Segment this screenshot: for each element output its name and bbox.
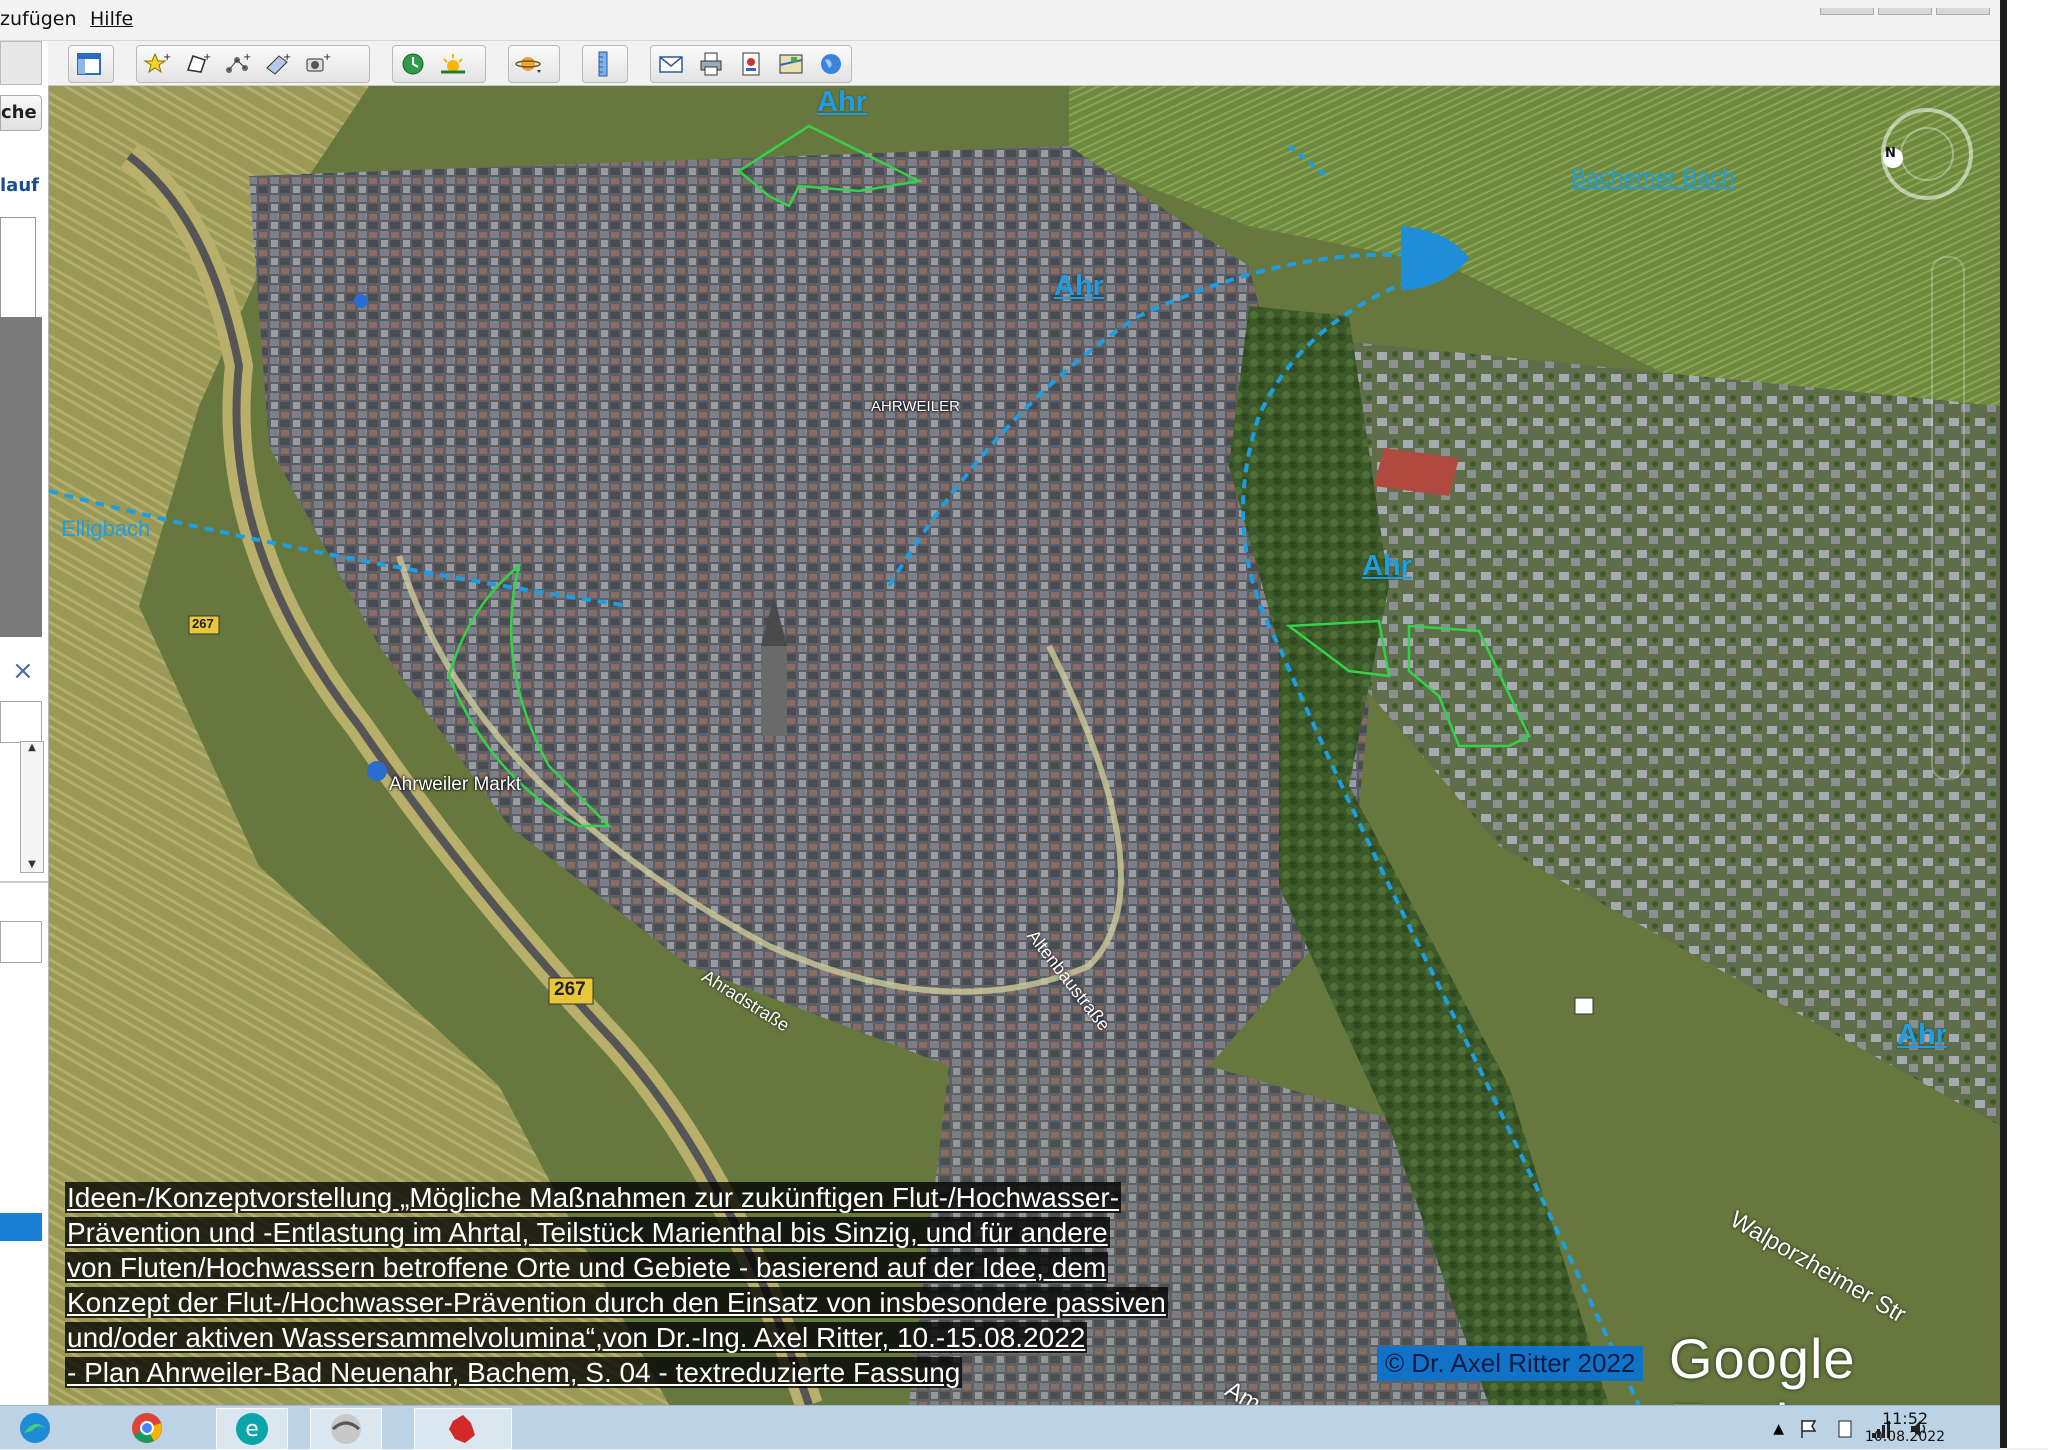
view-in-maps-icon[interactable] [771, 47, 811, 81]
eset-icon[interactable]: e [216, 1408, 288, 1450]
places-scrollbar[interactable]: ▲ ▼ [20, 741, 44, 873]
river-label-ahr-top: Ahr [817, 86, 867, 118]
svg-text:+: + [203, 52, 211, 63]
place-label-ahrweiler: AHRWEILER [871, 398, 960, 415]
historical-imagery-icon[interactable] [393, 47, 433, 81]
sunlight-icon[interactable] [433, 47, 473, 81]
toolbar-group-share [650, 45, 852, 83]
caption-line: und/oder aktiven Wassersammelvolumina“,v… [65, 1322, 1088, 1353]
svg-text:+: + [163, 52, 171, 63]
river-label-ahr-right: Ahr [1897, 1019, 1947, 1051]
place-label-ahrweiler-markt: Ahrweiler Markt [389, 774, 521, 795]
caption-line: Prävention und -Entlastung im Ahrtal, Te… [65, 1217, 1110, 1248]
toolbar-group-sidebar [68, 45, 114, 83]
search-button[interactable]: che [0, 95, 42, 131]
selected-layer-item[interactable] [0, 1213, 42, 1241]
close-icon[interactable]: × [12, 656, 34, 686]
caption-line: Konzept der Flut-/Hochwasser-Prävention … [65, 1287, 1168, 1318]
scroll-down-icon[interactable]: ▼ [21, 859, 43, 870]
map-viewport[interactable]: Ahr Ahr Ahr Ahr Bachemer Bach Elligbach … [49, 86, 2000, 1405]
window-border [2000, 0, 2007, 1448]
road-label-267-a: 267 [192, 616, 214, 631]
menu-item-help[interactable]: Hilfe [90, 8, 133, 30]
menu-bar: zufügen Hilfe [0, 0, 2000, 41]
zoom-slider[interactable] [1931, 256, 1965, 780]
toolbar: + + + + + [48, 41, 2000, 86]
toolbar-group-add: + + + + + [136, 45, 370, 83]
print-icon[interactable] [691, 47, 731, 81]
taskbar: e ▲ 11:52 10.08.2022 [0, 1405, 2000, 1450]
flag-icon[interactable] [1798, 1418, 1820, 1440]
menu-item-add[interactable]: zufügen [0, 8, 77, 30]
google-earth-icon[interactable] [310, 1408, 382, 1450]
sidebar-search-box[interactable] [0, 41, 42, 85]
river-label-ahr-mid: Ahr [1054, 270, 1104, 302]
caption-text-block: Ideen-/Konzeptvorstellung „Mögliche Maßn… [65, 1180, 1365, 1390]
sidebar-divider[interactable] [0, 317, 42, 637]
copyright-badge: © Dr. Axel Ritter 2022 [1377, 1346, 1644, 1381]
add-overlay-icon[interactable]: + [257, 47, 297, 81]
edge-icon[interactable] [0, 1408, 70, 1448]
email-icon[interactable] [651, 47, 691, 81]
history-label: lauf [0, 175, 39, 196]
planets-icon[interactable] [509, 47, 549, 81]
scroll-up-icon[interactable]: ▲ [21, 742, 43, 753]
stream-label-bachemer-bach: Bachemer Bach [1571, 164, 1735, 190]
save-image-icon[interactable] [731, 47, 771, 81]
close-window-button[interactable] [1936, 8, 1990, 15]
app-red-icon[interactable] [414, 1408, 512, 1450]
tray-expand-icon[interactable]: ▲ [1773, 1421, 1784, 1437]
svg-text:+: + [323, 52, 331, 63]
earth-icon[interactable] [811, 47, 851, 81]
add-path-icon[interactable]: + [217, 47, 257, 81]
stream-label-elligbach: Elligbach [61, 516, 151, 541]
left-sidebar: che lauf × ▲ ▼ [0, 41, 49, 1405]
page-margin [2000, 0, 2048, 1448]
toolbar-group-ruler [582, 45, 628, 83]
google-earth-logo: Google Earth [1669, 1327, 1856, 1405]
caption-line: - Plan Ahrweiler-Bad Neuenahr, Bachem, S… [65, 1357, 963, 1388]
river-label-ahr-center: Ahr [1362, 550, 1412, 582]
compass-north-label: N [1885, 146, 1896, 161]
navigation-compass[interactable]: N [1879, 106, 1975, 202]
maximize-button[interactable] [1878, 8, 1932, 15]
record-tour-icon[interactable]: + [297, 47, 337, 81]
chrome-icon[interactable] [112, 1408, 182, 1448]
svg-text:e: e [245, 1417, 259, 1442]
add-polygon-icon[interactable]: + [177, 47, 217, 81]
separator [0, 881, 48, 883]
clock-time: 11:52 [1881, 1409, 1929, 1428]
window-controls [1820, 0, 2000, 15]
places-box [0, 701, 42, 743]
search-results-box [0, 217, 36, 319]
sidebar-toggle-icon[interactable] [69, 47, 109, 81]
add-placemark-icon[interactable]: + [137, 47, 177, 81]
svg-text:+: + [243, 52, 251, 63]
toolbar-group-time [392, 45, 486, 83]
layers-box [0, 921, 42, 963]
caption-line: Ideen-/Konzeptvorstellung „Mögliche Maßn… [65, 1182, 1122, 1213]
caption-line: von Fluten/Hochwassern betroffene Orte u… [65, 1252, 1109, 1283]
road-label-267-b: 267 [554, 979, 586, 1000]
taskbar-clock[interactable]: 11:52 10.08.2022 [1850, 1409, 1960, 1447]
minimize-button[interactable] [1820, 8, 1874, 15]
svg-text:+: + [283, 52, 291, 63]
clock-date: 10.08.2022 [1864, 1429, 1946, 1445]
toolbar-group-planets [508, 45, 560, 83]
ruler-icon[interactable] [583, 47, 623, 81]
